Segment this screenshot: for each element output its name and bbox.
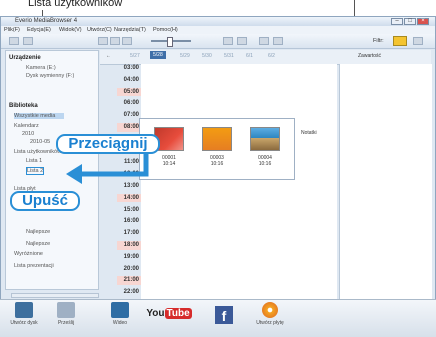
window-title: Everio MediaBrowser 4 bbox=[15, 18, 78, 24]
hour-label: 16:00 bbox=[123, 218, 139, 225]
upload-button[interactable]: Prześlij bbox=[46, 302, 86, 326]
menu-file[interactable]: Plik(F) bbox=[4, 27, 20, 33]
rotate-icon[interactable] bbox=[223, 37, 233, 45]
date-col-4[interactable]: 5/30 bbox=[202, 53, 212, 59]
remove-icon[interactable] bbox=[23, 37, 33, 45]
facebook-button[interactable]: f bbox=[204, 306, 244, 324]
hour-label: 14:00 bbox=[117, 193, 141, 203]
sidebar-item-camera[interactable]: Kamera (E:) bbox=[26, 65, 56, 71]
sidebar-item-year[interactable]: 2010 bbox=[22, 131, 34, 137]
hour-label: 04:00 bbox=[123, 76, 139, 83]
edit-icon[interactable] bbox=[237, 37, 247, 45]
calendar-grid[interactable] bbox=[141, 64, 337, 312]
thumbnail-pyramid[interactable] bbox=[250, 127, 280, 151]
thumbnail-caption-2: 00003 10:16 bbox=[210, 155, 224, 167]
hour-label: 22:00 bbox=[123, 289, 139, 296]
video-icon bbox=[111, 302, 129, 318]
sidebar-item-best[interactable]: Najlepsze bbox=[26, 229, 50, 235]
hour-label: 15:00 bbox=[123, 206, 139, 213]
calendar-view-icon[interactable] bbox=[122, 37, 132, 45]
thumbnail-caption-1: 00001 10:14 bbox=[162, 155, 176, 167]
sidebar-item-calendar[interactable]: Kalendarz bbox=[14, 123, 39, 129]
film-icon bbox=[15, 302, 33, 318]
hour-label: 08:00 bbox=[117, 123, 141, 132]
hour-label: 17:00 bbox=[123, 230, 139, 237]
sidebar-item-list1[interactable]: Lista 1 bbox=[26, 158, 42, 164]
settings-icon[interactable] bbox=[259, 37, 269, 45]
hour-label: 21:00 bbox=[117, 276, 141, 285]
menu-tools[interactable]: Narzędzia(T) bbox=[114, 27, 146, 33]
youtube-tube: Tube bbox=[164, 308, 192, 319]
sidebar-item-all[interactable]: Wszystkie media bbox=[14, 113, 64, 119]
bottom-bar: Utwórz dysk Prześlij Wideo You Tube f Utw… bbox=[0, 299, 436, 337]
create-disc-button[interactable]: Utwórz dysk bbox=[4, 302, 44, 326]
date-column-header: ← 5/27 5/28 5/29 5/30 5/31 6/1 6/2 Zawar… bbox=[100, 50, 431, 65]
drop-label: Upuść bbox=[10, 191, 80, 211]
thumbnail-view-icon[interactable] bbox=[98, 37, 108, 45]
user-list-callout: Lista użytkowników bbox=[28, 0, 123, 9]
title-bar: Everio MediaBrowser 4 – □ × bbox=[1, 17, 435, 26]
menu-create[interactable]: Utwórz(C) bbox=[87, 27, 112, 33]
info-icon[interactable] bbox=[273, 37, 283, 45]
date-col-5[interactable]: 5/31 bbox=[224, 53, 234, 59]
date-col-1[interactable]: 5/27 bbox=[130, 53, 140, 59]
filter-icon[interactable] bbox=[393, 36, 407, 46]
hour-label: 05:00 bbox=[117, 87, 141, 97]
sidebar-item-presentations[interactable]: Lista prezentacji bbox=[14, 263, 54, 269]
side-note: Notatki bbox=[301, 130, 317, 136]
create-disc-2-button[interactable]: Utwórz płytę bbox=[250, 302, 290, 326]
thumbnail-plane[interactable] bbox=[202, 127, 232, 151]
youtube-button[interactable]: You Tube bbox=[146, 308, 192, 319]
content-pane bbox=[339, 64, 432, 312]
menu-view[interactable]: Widok(V) bbox=[59, 27, 82, 33]
menu-bar: Plik(F) Edycja(E) Widok(V) Utwórz(C) Nar… bbox=[1, 26, 435, 34]
drag-arrow-icon bbox=[66, 152, 149, 184]
sidebar-item-month[interactable]: 2010-05 bbox=[30, 139, 50, 145]
add-icon[interactable] bbox=[9, 37, 19, 45]
toolbar: Filtr: bbox=[1, 34, 435, 49]
list-view-icon[interactable] bbox=[110, 37, 120, 45]
back-icon[interactable]: ← bbox=[106, 53, 111, 59]
sort-icon[interactable] bbox=[413, 37, 423, 45]
devices-header: Urządzenie bbox=[9, 55, 41, 61]
minimize-button[interactable]: – bbox=[391, 18, 403, 25]
zoom-slider-handle[interactable] bbox=[167, 37, 173, 47]
facebook-icon: f bbox=[215, 306, 233, 324]
date-col-6[interactable]: 6/1 bbox=[246, 53, 253, 59]
disc-icon bbox=[262, 302, 278, 318]
sidebar-item-featured[interactable]: Wyróżnione bbox=[14, 251, 43, 257]
date-col-active[interactable]: 5/28 bbox=[150, 51, 166, 59]
youtube-you: You bbox=[146, 308, 165, 319]
maximize-button[interactable]: □ bbox=[404, 18, 416, 25]
date-col-3[interactable]: 5/29 bbox=[180, 53, 190, 59]
sidebar-item-user-list[interactable]: Lista użytkowników bbox=[14, 149, 61, 155]
hour-label: 03:00 bbox=[123, 65, 139, 71]
sidebar-item-best2[interactable]: Najlepsze bbox=[26, 241, 50, 247]
hour-label: 06:00 bbox=[123, 100, 139, 107]
date-col-7[interactable]: 6/2 bbox=[268, 53, 275, 59]
sidebar-scrollbar[interactable] bbox=[11, 293, 99, 298]
sidebar-item-list2[interactable]: Lista 2 bbox=[26, 167, 45, 175]
filter-label: Filtr: bbox=[373, 38, 384, 44]
sidebar-item-removable[interactable]: Dysk wymienny (F:) bbox=[26, 73, 74, 79]
hour-label: 18:00 bbox=[117, 241, 141, 250]
hour-label: 19:00 bbox=[123, 253, 139, 260]
upload-icon bbox=[57, 302, 75, 318]
library-header: Biblioteka bbox=[9, 103, 38, 109]
video-button[interactable]: Wideo bbox=[100, 302, 140, 326]
menu-help[interactable]: Pomoc(H) bbox=[153, 27, 178, 33]
content-column-label: Zawartość bbox=[358, 53, 382, 59]
close-button[interactable]: × bbox=[417, 18, 429, 25]
thumbnail-caption-3: 00004 10:16 bbox=[258, 155, 272, 167]
hour-label: 07:00 bbox=[123, 112, 139, 119]
hour-label: 20:00 bbox=[123, 265, 139, 272]
thumbnail-card: 00001 10:14 00003 10:16 00004 10:16 bbox=[139, 118, 295, 180]
menu-edit[interactable]: Edycja(E) bbox=[27, 27, 51, 33]
